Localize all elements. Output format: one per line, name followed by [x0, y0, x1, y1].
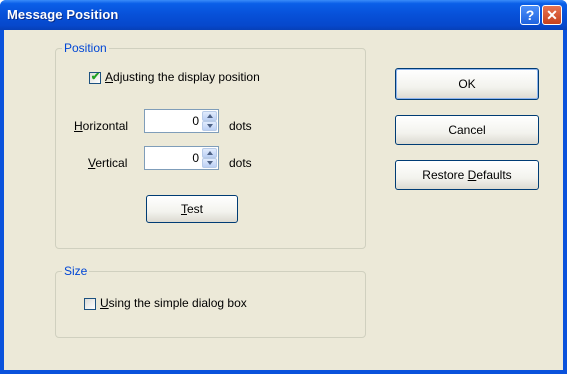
test-button[interactable]: Test [146, 195, 238, 223]
dialog-body: Position ✔ Adjusting the display positio… [4, 30, 563, 370]
horizontal-unit: dots [229, 119, 252, 133]
position-group: Position ✔ Adjusting the display positio… [55, 41, 366, 249]
ok-button[interactable]: OK [395, 68, 539, 100]
adjust-position-checkbox[interactable]: ✔ [89, 71, 101, 84]
close-x-icon: ✕ [546, 7, 558, 23]
horizontal-value: 0 [192, 114, 199, 128]
horizontal-spin-arrows[interactable] [202, 111, 217, 131]
vertical-unit: dots [229, 156, 252, 170]
vertical-spin-arrows[interactable] [202, 148, 217, 168]
vertical-up-button[interactable] [202, 148, 217, 158]
horizontal-up-button[interactable] [202, 111, 217, 121]
horizontal-down-button[interactable] [202, 121, 217, 131]
size-group: Size Using the simple dialog box [55, 264, 366, 338]
vertical-spinbox[interactable]: 0 [144, 146, 219, 170]
close-button[interactable]: ✕ [542, 5, 562, 25]
position-group-legend: Position [62, 41, 109, 55]
restore-defaults-button[interactable]: Restore Defaults [395, 160, 539, 190]
vertical-down-button[interactable] [202, 158, 217, 168]
horizontal-label: Horizontal [74, 119, 129, 133]
chevron-up-icon [207, 151, 213, 155]
checkmark-icon: ✔ [90, 71, 101, 83]
window-title: Message Position [7, 7, 119, 22]
size-group-legend: Size [62, 264, 90, 278]
help-button[interactable]: ? [520, 5, 540, 25]
vertical-label: Vertical [88, 156, 128, 170]
simple-dialog-label[interactable]: Using the simple dialog box [100, 296, 247, 310]
question-mark-icon: ? [525, 7, 535, 23]
chevron-up-icon [207, 114, 213, 118]
adjust-position-label[interactable]: Adjusting the display position [105, 70, 260, 84]
vertical-value: 0 [192, 151, 199, 165]
chevron-down-icon [207, 161, 213, 165]
cancel-button[interactable]: Cancel [395, 115, 539, 145]
simple-dialog-checkbox[interactable] [84, 298, 96, 310]
message-position-dialog: Message Position ? ✕ Position ✔ Adjustin… [0, 0, 567, 374]
horizontal-spinbox[interactable]: 0 [144, 109, 219, 133]
chevron-down-icon [207, 124, 213, 128]
title-bar[interactable]: Message Position ? ✕ [0, 0, 567, 30]
